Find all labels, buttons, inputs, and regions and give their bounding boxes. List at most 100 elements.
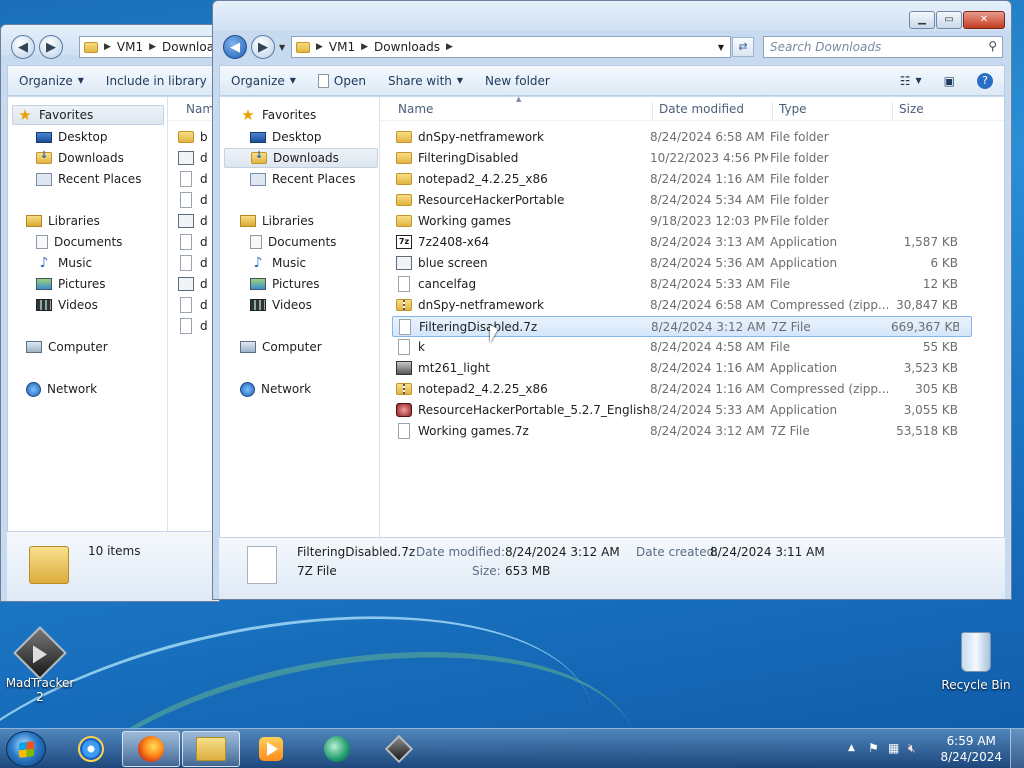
explorer-window-downloads[interactable]: ▁ ▭ ✕ ◀ ▶ ▼ ▶ VM1 ▶ Downloads ▶ ▼ ⇄ Sear…	[212, 0, 1012, 600]
nav-computer[interactable]: Computer	[236, 337, 322, 357]
breadcrumb-item[interactable]: Downloads	[374, 40, 440, 54]
file-row[interactable]: ResourceHackerPortable 8/24/2024 5:34 AM F…	[392, 190, 972, 211]
file-row[interactable]: dnSpy-netframework 8/24/2024 6:58 AM File …	[392, 127, 972, 148]
breadcrumb-item[interactable]: VM1	[329, 40, 355, 54]
column-date-modified[interactable]: Date modified	[652, 102, 772, 120]
close-button[interactable]: ✕	[963, 11, 1005, 29]
organize-button[interactable]: Organize ▼	[8, 74, 95, 88]
taskbar-madtracker[interactable]	[370, 731, 428, 767]
action-center-flag-icon[interactable]: ⚑	[868, 741, 879, 755]
explorer-window-back[interactable]: ◀ ▶ ▶ VM1 ▶ Downloa Organize ▼ Include in…	[0, 24, 220, 602]
file-row[interactable]: Working games 9/18/2023 12:03 PM File fold…	[392, 211, 972, 232]
address-bar[interactable]: ▶ VM1 ▶ Downloads ▶ ▼	[291, 36, 731, 58]
include-in-library-button[interactable]: Include in library▼	[95, 74, 219, 88]
taskbar-media-player[interactable]	[242, 731, 300, 767]
open-button[interactable]: Open	[307, 73, 377, 88]
share-with-button[interactable]: Share with ▼	[377, 74, 474, 88]
file-icon	[398, 423, 410, 439]
taskbar-windows-explorer[interactable]	[182, 731, 240, 767]
nav-network[interactable]: Network	[236, 379, 311, 399]
search-input[interactable]: Search Downloads ⚲	[763, 36, 1003, 58]
desktop-icon-recycle-bin[interactable]: Recycle Bin	[938, 632, 1014, 692]
nav-libraries[interactable]: Libraries	[22, 211, 100, 231]
column-name[interactable]: Name	[392, 102, 650, 120]
change-view-button[interactable]: ☷ ▼	[889, 74, 933, 88]
nav-documents[interactable]: Documents	[32, 232, 122, 252]
minimize-button[interactable]: ▁	[909, 11, 935, 29]
clock[interactable]: 6:59 AM 8/24/2024	[940, 733, 1002, 765]
nav-music[interactable]: ♪ Music	[32, 253, 93, 273]
file-row[interactable]: FilteringDisabled 10/22/2023 4:56 PM File …	[392, 148, 972, 169]
taskbar-app-green[interactable]	[308, 731, 366, 767]
nav-downloads[interactable]: Downloads	[224, 148, 378, 168]
address-bar[interactable]: ▶ VM1 ▶ Downloa	[79, 36, 219, 58]
nav-favorites[interactable]: ★ Favorites	[236, 105, 316, 125]
help-button[interactable]: ?	[966, 72, 1004, 89]
file-row[interactable]: k 8/24/2024 4:58 AM File 55 KB	[392, 337, 972, 358]
forward-button[interactable]: ▶	[39, 35, 63, 59]
chevron-right-icon: ▶	[445, 42, 453, 52]
file-row[interactable]: Working games.7z 8/24/2024 3:12 AM 7Z File…	[392, 421, 972, 442]
nav-music[interactable]: ♪ Music	[246, 253, 307, 273]
network-tray-icon[interactable]: ▦	[888, 741, 899, 755]
search-icon[interactable]: ⚲	[988, 39, 997, 53]
maximize-button[interactable]: ▭	[936, 11, 962, 29]
nav-recent-places[interactable]: Recent Places	[246, 169, 355, 189]
nav-computer[interactable]: Computer	[22, 337, 108, 357]
new-folder-button[interactable]: New folder	[474, 74, 561, 88]
file-row[interactable]: blue screen 8/24/2024 5:36 AM Application 6…	[392, 253, 972, 274]
recent-pages-dropdown-icon[interactable]: ▼	[279, 43, 285, 52]
nav-pictures[interactable]: Pictures	[246, 274, 320, 294]
file-row[interactable]: ResourceHackerPortable_5.2.7_English.paf…	[392, 400, 972, 421]
file-row[interactable]: notepad2_4.2.25_x86 8/24/2024 1:16 AM Comp…	[392, 379, 972, 400]
column-size[interactable]: Size	[892, 102, 972, 120]
nav-recent-places[interactable]: Recent Places	[32, 169, 141, 189]
nav-desktop[interactable]: Desktop	[32, 127, 108, 147]
detail-filetype: 7Z File	[297, 564, 337, 578]
file-row[interactable]: FilteringDisabled.7z 8/24/2024 3:12 AM 7Z …	[392, 316, 972, 337]
show-hidden-icons-icon[interactable]: ▲	[848, 743, 855, 753]
file-row[interactable]: notepad2_4.2.25_x86 8/24/2024 1:16 AM File…	[392, 169, 972, 190]
file-row[interactable]: mt261_light 8/24/2024 1:16 AM Application 3…	[392, 358, 972, 379]
file-row[interactable]: dnSpy-netframework 8/24/2024 6:58 AM Compr…	[392, 295, 972, 316]
nav-pictures[interactable]: Pictures	[32, 274, 106, 294]
show-desktop-button[interactable]	[1010, 729, 1024, 768]
address-dropdown-icon[interactable]: ▼	[718, 43, 724, 52]
nav-network[interactable]: Network	[22, 379, 97, 399]
dropdown-arrow-icon: ▼	[915, 76, 922, 85]
folder-icon	[396, 131, 412, 143]
column-type[interactable]: Type	[772, 102, 892, 120]
refresh-button[interactable]: ⇄	[732, 37, 754, 57]
column-name[interactable]: Nam	[180, 102, 214, 120]
start-button[interactable]	[6, 731, 46, 767]
volume-muted-icon[interactable]: 🔇︎	[908, 741, 916, 756]
nav-documents[interactable]: Documents	[246, 232, 336, 252]
nav-videos[interactable]: Videos	[246, 295, 312, 315]
nav-videos[interactable]: Videos	[32, 295, 98, 315]
music-icon: ♪	[253, 255, 263, 271]
back-button[interactable]: ◀	[11, 35, 35, 59]
file-row[interactable]: cancelfag 8/24/2024 5:33 AM File 12 KB	[392, 274, 972, 295]
nav-downloads[interactable]: Downloads	[32, 148, 124, 168]
forward-button[interactable]: ▶	[251, 35, 275, 59]
taskbar-internet-explorer[interactable]	[62, 731, 120, 767]
folder-icon	[396, 173, 412, 185]
file-name: dnSpy-netframework	[418, 298, 544, 312]
back-button[interactable]: ◀	[223, 35, 247, 59]
detail-created-label: Date created:	[636, 545, 719, 559]
breadcrumb-item[interactable]: Downloa	[162, 40, 214, 54]
clock-date: 8/24/2024	[940, 750, 1002, 764]
nav-libraries[interactable]: Libraries	[236, 211, 314, 231]
file-name: ResourceHackerPortable	[418, 193, 565, 207]
desktop-wallpaper	[0, 600, 1024, 730]
file-name: mt261_light	[418, 361, 490, 375]
preview-pane-button[interactable]: ▣	[933, 74, 966, 88]
nav-desktop[interactable]: Desktop	[246, 127, 322, 147]
desktop-icon-madtracker[interactable]: MadTracker 2	[2, 626, 78, 704]
breadcrumb-item[interactable]: VM1	[117, 40, 143, 54]
file-row[interactable]: 7z 7z2408-x64 8/24/2024 3:13 AM Application…	[392, 232, 972, 253]
desktop-icon-label: Recycle Bin	[941, 678, 1011, 692]
organize-button[interactable]: Organize ▼	[220, 74, 307, 88]
nav-favorites[interactable]: ★ Favorites	[12, 105, 164, 125]
taskbar-firefox[interactable]	[122, 731, 180, 767]
